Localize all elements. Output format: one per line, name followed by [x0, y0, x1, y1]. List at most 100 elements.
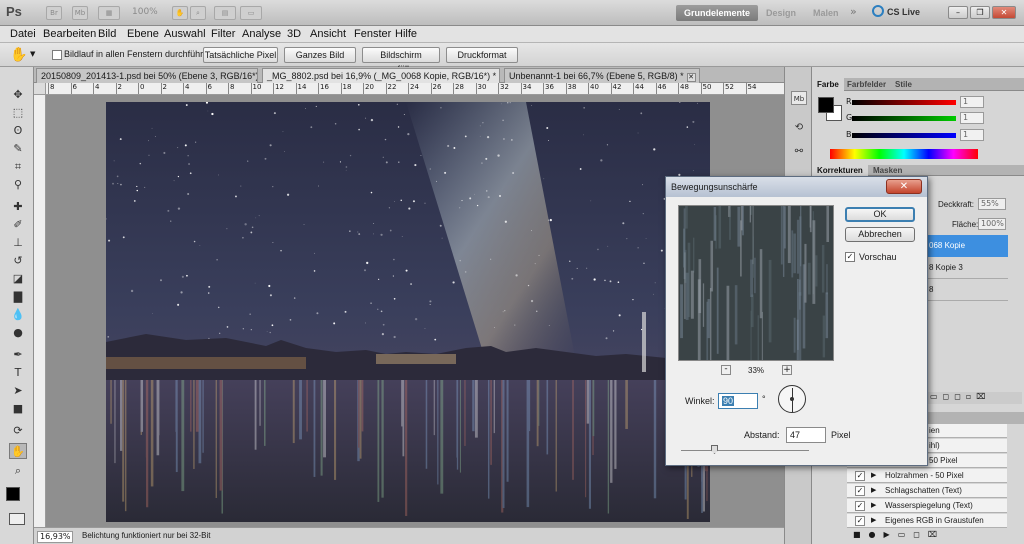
distance-slider-track[interactable]	[681, 450, 809, 451]
layer-row[interactable]: 8	[926, 279, 1008, 301]
blur-tool-icon[interactable]: 💧	[9, 307, 27, 323]
red-value[interactable]: 1	[960, 96, 984, 108]
filter-preview[interactable]	[678, 205, 834, 361]
shape-tool-icon[interactable]: ■	[9, 401, 27, 417]
zoom-in-button[interactable]: +	[782, 365, 792, 375]
red-slider[interactable]	[852, 100, 956, 105]
fill-field[interactable]: 100%	[978, 218, 1006, 230]
workspace-painting[interactable]: Malen	[805, 5, 847, 21]
eraser-tool-icon[interactable]: ◪	[9, 271, 27, 287]
menu-analysis[interactable]: Analyse	[242, 28, 281, 40]
fill-screen-button[interactable]: Bildschirm ausfüllen	[362, 47, 440, 74]
blue-value[interactable]: 1	[960, 129, 984, 141]
minimize-button[interactable]: –	[948, 6, 968, 19]
actual-pixels-button[interactable]: Tatsächliche Pixel	[203, 47, 278, 63]
actions-footer-icons[interactable]: ■●▶▭◻⌧	[847, 530, 1007, 542]
document-image[interactable]	[106, 102, 710, 522]
history-item[interactable]: ✓ ▶ Eigenes RGB in Graustufen	[847, 514, 1007, 528]
restore-button[interactable]: ❐	[970, 6, 990, 19]
angle-dial[interactable]	[778, 385, 806, 413]
tab-color[interactable]: Farbe	[812, 78, 844, 91]
layers-footer-icons[interactable]: ▭◻◻▫⌧	[926, 392, 1022, 404]
clone-stamp-icon[interactable]: ⊥	[9, 235, 27, 251]
checkbox-icon[interactable]: ✓	[855, 471, 865, 481]
menu-image[interactable]: Bild	[98, 28, 116, 40]
history-panel-icon[interactable]: ⟲	[791, 121, 807, 135]
pen-tool-icon[interactable]: ✒	[9, 347, 27, 363]
dialog-close-button[interactable]: ✕	[886, 179, 922, 194]
tab-document-1[interactable]: 20150809_201413-1.psd bei 50% (Ebene 3, …	[36, 68, 258, 83]
close-tab-icon[interactable]: ✕	[499, 73, 500, 82]
menu-help[interactable]: Hilfe	[395, 28, 417, 40]
layer-row-selected[interactable]: 068 Kopie	[926, 235, 1008, 257]
hand-tool-preset-icon[interactable]: ✋	[10, 47, 27, 63]
tab-swatches[interactable]: Farbfelder	[842, 78, 891, 91]
chevron-down-icon[interactable]: ▼	[30, 50, 35, 58]
move-tool-icon[interactable]: ✥	[9, 87, 27, 103]
cancel-button[interactable]: Abbrechen	[845, 227, 915, 242]
3d-rotate-icon[interactable]: ⟳	[9, 423, 27, 439]
quick-mask-icon[interactable]	[9, 513, 25, 525]
ruler-origin[interactable]	[34, 83, 46, 95]
lasso-tool-icon[interactable]: ʘ	[9, 123, 27, 139]
workspace-essentials[interactable]: Grundelemente	[676, 5, 759, 21]
menu-window[interactable]: Fenster	[354, 28, 391, 40]
menu-view[interactable]: Ansicht	[310, 28, 346, 40]
tab-styles[interactable]: Stile	[890, 78, 917, 91]
checkbox-icon[interactable]: ✓	[855, 486, 865, 496]
green-slider[interactable]	[852, 116, 956, 121]
menu-select[interactable]: Auswahl	[164, 28, 206, 40]
history-item[interactable]: ✓ ▶ Holzrahmen - 50 Pixel	[847, 469, 1007, 483]
hand-tool-icon[interactable]: ✋	[9, 443, 27, 459]
hand-icon[interactable]: ✋	[172, 6, 188, 20]
crop-tool-icon[interactable]: ⌗	[9, 159, 27, 175]
blue-slider[interactable]	[852, 133, 956, 138]
healing-brush-icon[interactable]: ✚	[9, 199, 27, 215]
dodge-tool-icon[interactable]: ●	[9, 325, 27, 341]
menu-layer[interactable]: Ebene	[127, 28, 159, 40]
zoom-tool-icon[interactable]: ⌕	[190, 6, 206, 20]
tab-masks[interactable]: Masken	[868, 165, 907, 176]
history-item[interactable]: ✓ ▶ Wasserspiegelung (Text)	[847, 499, 1007, 513]
close-tab-icon[interactable]: ✕	[686, 73, 696, 82]
quick-select-icon[interactable]: ✎	[9, 141, 27, 157]
layer-row[interactable]: 8 Kopie 3	[926, 257, 1008, 279]
foreground-color-chip[interactable]	[818, 97, 834, 113]
fit-screen-button[interactable]: Ganzes Bild	[284, 47, 356, 63]
preview-checkbox[interactable]: ✓	[845, 252, 855, 262]
view-extras-icon[interactable]: ▦	[98, 6, 120, 20]
cslive-menu[interactable]: CS Live	[887, 7, 920, 17]
menu-edit[interactable]: Bearbeiten	[43, 28, 96, 40]
minibridge-icon[interactable]: Mb	[72, 6, 88, 20]
zoom-level[interactable]: 100%	[132, 7, 158, 17]
tab-document-3[interactable]: Unbenannt-1 bei 66,7% (Ebene 5, RGB/8) *…	[504, 68, 700, 83]
menu-filter[interactable]: Filter	[211, 28, 235, 40]
history-item[interactable]: ✓ ▶ Schlagschatten (Text)	[847, 484, 1007, 498]
print-size-button[interactable]: Druckformat	[446, 47, 518, 63]
workspace-design[interactable]: Design	[758, 5, 804, 21]
brush-tool-icon[interactable]: ✐	[9, 217, 27, 233]
marquee-tool-icon[interactable]: ⬚	[9, 105, 27, 121]
distance-input[interactable]: 47	[786, 427, 826, 443]
distance-slider-thumb[interactable]	[711, 445, 718, 454]
opacity-field[interactable]: 55%	[978, 198, 1006, 210]
tab-document-2[interactable]: _MG_8802.psd bei 16,9% (_MG_0068 Kopie, …	[262, 68, 500, 83]
checkbox-icon[interactable]: ✓	[855, 501, 865, 511]
bridge-icon[interactable]: Br	[46, 6, 62, 20]
gradient-tool-icon[interactable]: ▇	[9, 289, 27, 305]
angle-input[interactable]: 90	[718, 393, 758, 409]
green-value[interactable]: 1	[960, 112, 984, 124]
ok-button[interactable]: OK	[845, 207, 915, 222]
checkbox-icon[interactable]: ✓	[855, 516, 865, 526]
history-brush-icon[interactable]: ↺	[9, 253, 27, 269]
path-select-icon[interactable]: ➤	[9, 383, 27, 399]
more-workspaces-icon[interactable]: »	[850, 5, 857, 18]
zoom-field[interactable]: 16,93%	[37, 531, 73, 543]
zoom-out-button[interactable]: -	[721, 365, 731, 375]
eyedropper-tool-icon[interactable]: ⚲	[9, 177, 27, 193]
close-button[interactable]: ✕	[992, 6, 1016, 19]
scroll-all-checkbox[interactable]	[52, 50, 62, 60]
tab-adjustments[interactable]: Korrekturen	[812, 165, 868, 176]
menu-3d[interactable]: 3D	[287, 28, 301, 40]
screen-mode-icon[interactable]: ▭	[240, 6, 262, 20]
